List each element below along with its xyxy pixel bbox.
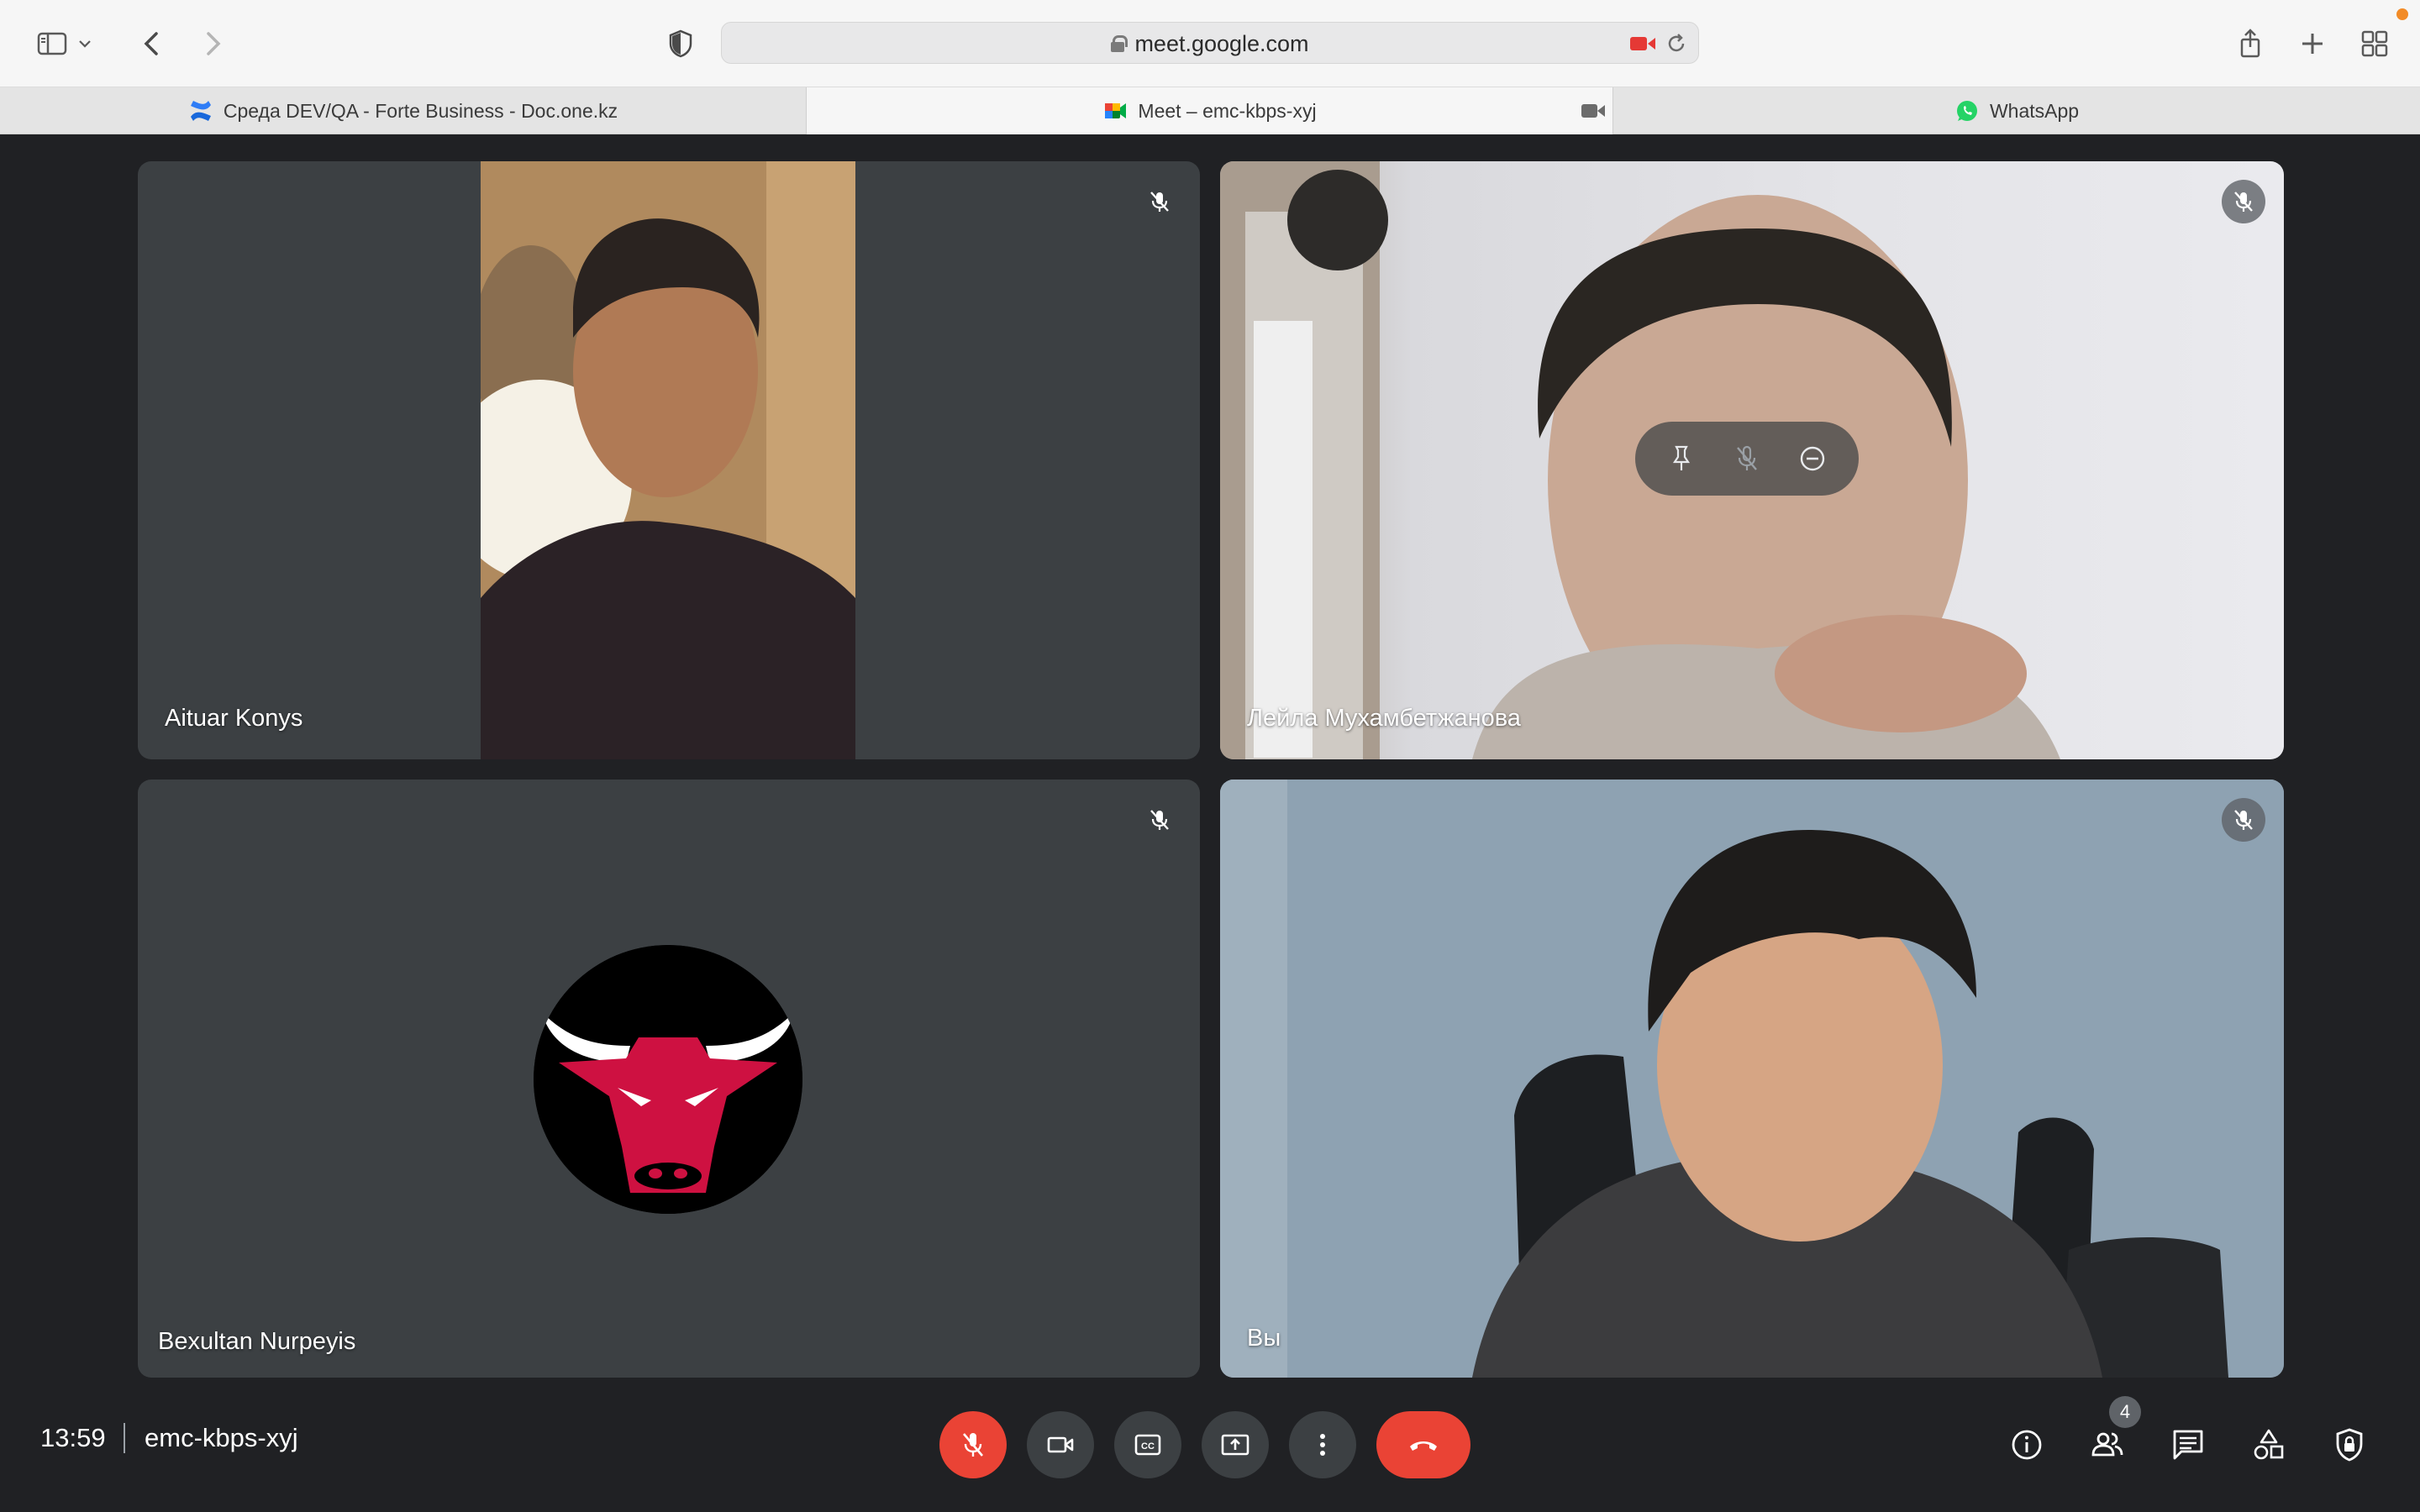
camera-toggle-button[interactable] [1027, 1411, 1094, 1478]
tab-label: WhatsApp [1989, 99, 2080, 122]
muted-mic-icon [2222, 180, 2265, 223]
meeting-details-button[interactable] [2000, 1418, 2054, 1472]
chat-icon [2173, 1430, 2203, 1460]
muted-mic-icon [2222, 798, 2265, 842]
divider [124, 1423, 125, 1453]
chevron-down-icon[interactable] [72, 18, 97, 69]
google-meet-icon [1105, 103, 1127, 118]
participant-video [481, 161, 855, 759]
chicago-bulls-logo [534, 945, 802, 1214]
present-screen-button[interactable] [1202, 1411, 1269, 1478]
tab-whatsapp[interactable]: WhatsApp [1613, 87, 2420, 134]
tab-bar: Среда DEV/QA - Forte Business - Doc.one.… [0, 87, 2420, 134]
reload-icon[interactable] [1665, 32, 1688, 55]
captions-button[interactable]: CC [1114, 1411, 1181, 1478]
remove-participant-icon[interactable] [1796, 442, 1829, 475]
participant-tile[interactable]: Вы [1220, 780, 2284, 1378]
host-controls-button[interactable] [2323, 1418, 2376, 1472]
people-icon [2091, 1432, 2123, 1457]
url-text: meet.google.com [1134, 30, 1309, 56]
participant-name: Bexultan Nurpeyis [158, 1328, 356, 1355]
participant-tile[interactable]: Aituar Konys [138, 161, 1200, 759]
people-count-badge: 4 [2109, 1396, 2141, 1428]
participant-name: Лейла Мухамбетжанова [1247, 705, 1521, 732]
new-tab-icon[interactable] [2287, 18, 2338, 69]
pin-icon[interactable] [1665, 442, 1698, 475]
meeting-time: 13:59 [40, 1423, 106, 1452]
tab-meet[interactable]: Meet – emc-kbps-xyj [807, 87, 1613, 134]
participant-video [1220, 780, 2284, 1378]
url-display[interactable]: meet.google.com [722, 23, 1698, 65]
microphone-toggle-button[interactable] [939, 1411, 1007, 1478]
chat-button[interactable] [2161, 1418, 2215, 1472]
tab-label: Среда DEV/QA - Forte Business - Doc.one.… [223, 99, 618, 122]
address-bar[interactable]: meet.google.com [721, 22, 1699, 64]
participant-tile[interactable]: Лейла Мухамбетжанова [1220, 161, 2284, 759]
tab-overview-icon[interactable] [2349, 18, 2400, 69]
video-camera-icon [1047, 1436, 1074, 1453]
participant-name: Вы [1247, 1325, 1281, 1352]
meeting-controls-bar: 13:59 emc-kbps-xyj CC 4 [0, 1378, 2420, 1512]
avatar [534, 945, 802, 1214]
shield-lock-icon [2336, 1428, 2363, 1462]
present-icon [1221, 1434, 1249, 1456]
notification-dot [2396, 8, 2408, 20]
browser-toolbar: meet.google.com [0, 0, 2420, 87]
shapes-icon [2254, 1429, 2284, 1460]
sidebar-toggle-icon[interactable] [27, 18, 77, 69]
mic-off-icon [963, 1433, 983, 1457]
tab-label: Meet – emc-kbps-xyj [1138, 99, 1317, 122]
back-icon[interactable] [128, 18, 178, 69]
more-options-button[interactable] [1289, 1411, 1356, 1478]
privacy-shield-icon[interactable] [655, 18, 706, 69]
more-vert-icon [1320, 1434, 1325, 1456]
tab-confluence[interactable]: Среда DEV/QA - Forte Business - Doc.one.… [0, 87, 807, 134]
muted-mic-icon [1138, 180, 1181, 223]
activities-button[interactable] [2242, 1418, 2296, 1472]
share-icon[interactable] [2225, 18, 2275, 69]
closed-captions-icon: CC [1134, 1434, 1161, 1456]
svg-text:CC: CC [1141, 1441, 1155, 1452]
participant-tile[interactable]: Bexultan Nurpeyis [138, 780, 1200, 1378]
meeting-grid: Aituar Konys Лейла Мухамбетжанова Bexult… [0, 134, 2420, 1512]
hang-up-icon [1410, 1441, 1437, 1451]
info-icon [2012, 1430, 2042, 1460]
forward-icon[interactable] [187, 18, 237, 69]
whatsapp-icon [1956, 101, 1977, 121]
tile-hover-actions [1635, 422, 1859, 496]
participant-name: Aituar Konys [165, 705, 303, 732]
confluence-icon [190, 101, 211, 121]
camera-in-use-icon[interactable] [1629, 33, 1656, 55]
mute-participant-icon[interactable] [1730, 442, 1764, 475]
muted-mic-icon [1138, 798, 1181, 842]
lock-icon [1111, 35, 1128, 52]
camera-indicator-icon [1581, 104, 1605, 118]
leave-call-button[interactable] [1376, 1411, 1470, 1478]
meeting-code: emc-kbps-xyj [145, 1423, 298, 1452]
